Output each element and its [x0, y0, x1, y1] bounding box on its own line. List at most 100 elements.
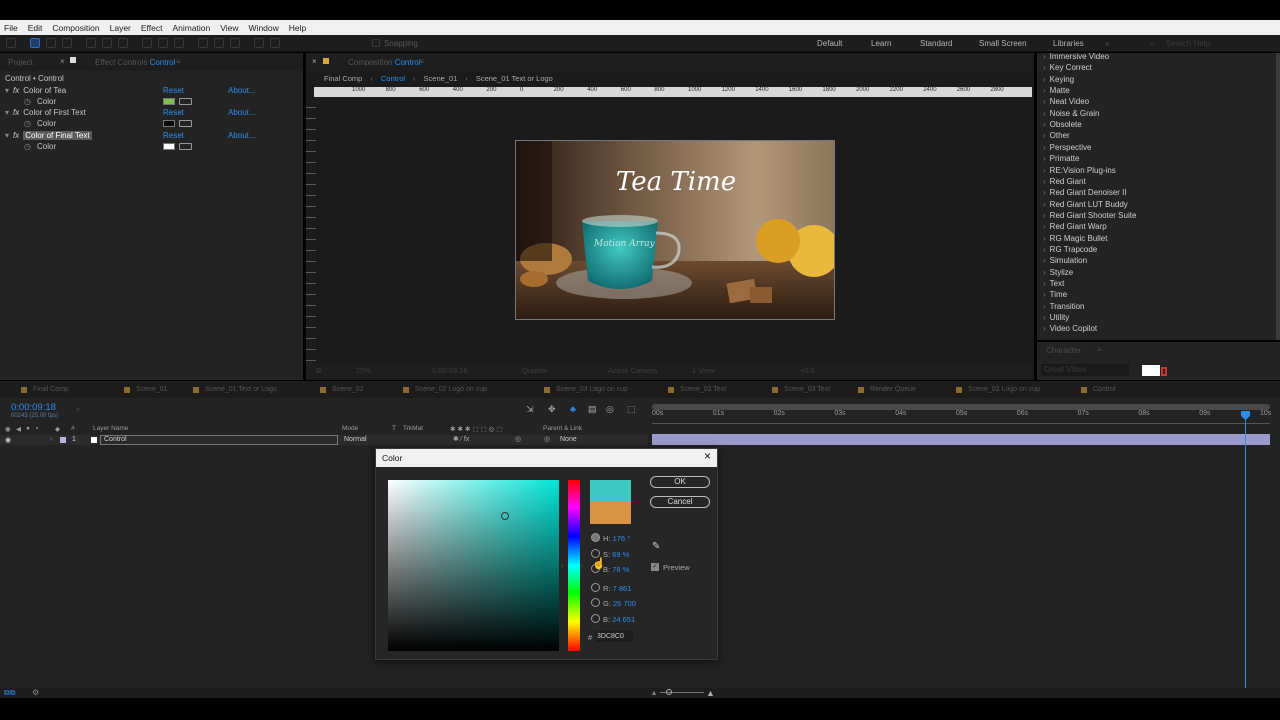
effect-category-item[interactable]: Keying — [1043, 75, 1074, 84]
panel-menu-icon[interactable]: ≡ — [176, 57, 181, 66]
stopwatch-icon[interactable]: ◷ — [24, 142, 31, 151]
color-swatch-final-text[interactable] — [163, 143, 175, 150]
layer-switches-icons[interactable]: ✱ ⁄ fx — [453, 435, 469, 443]
hue-slider-left-arrow-icon[interactable]: › — [561, 561, 564, 570]
camera-tool-icon[interactable] — [102, 38, 112, 48]
expand-arrow-icon[interactable]: ▾ — [5, 131, 9, 140]
snapping-checkbox[interactable] — [372, 39, 380, 47]
timeline-tab[interactable]: Scene_03 Logo on cup — [556, 386, 628, 393]
red-radio[interactable] — [591, 583, 600, 592]
horizontal-ruler[interactable]: 1000 800 600 400 200 0 200 400 600 800 1000 1200 140… — [314, 87, 1032, 97]
blue-field[interactable]: B: 24 651 — [603, 615, 635, 624]
layer-name[interactable]: Control — [100, 435, 338, 445]
parent-dropdown[interactable]: None — [560, 436, 577, 443]
breadcrumb-scene-01-text[interactable]: Scene_01 Text or Logo — [476, 74, 553, 83]
effect-category-item[interactable]: Other — [1043, 131, 1070, 140]
blue-radio[interactable] — [591, 614, 600, 623]
breadcrumb-scene-01[interactable]: Scene_01 — [424, 74, 458, 83]
stopwatch-icon[interactable]: ◷ — [24, 97, 31, 106]
timeline-tab[interactable]: Final Comp — [33, 386, 69, 393]
scrollbar[interactable] — [1276, 53, 1280, 340]
expand-arrow-icon[interactable]: ▾ — [5, 108, 9, 117]
fx-icon[interactable]: fx — [13, 131, 19, 140]
search-help-input[interactable]: Search Help — [1166, 39, 1210, 48]
close-icon[interactable]: × — [60, 57, 65, 66]
stopwatch-icon[interactable]: ◷ — [24, 119, 31, 128]
reset-link[interactable]: Reset — [163, 86, 184, 95]
tab-composition[interactable]: Composition Control — [348, 58, 421, 67]
timeline-tab[interactable]: Control — [1093, 386, 1116, 393]
menu-help[interactable]: Help — [289, 23, 306, 33]
roto-brush-tool-icon[interactable] — [254, 38, 264, 48]
reset-link[interactable]: Reset — [163, 131, 184, 140]
eraser-tool-icon[interactable] — [230, 38, 240, 48]
workspace-small-screen[interactable]: Small Screen — [979, 39, 1027, 48]
workspace-default[interactable]: Default — [817, 39, 842, 48]
search-icon[interactable]: ⌕ — [76, 405, 80, 415]
zoom-dropdown[interactable]: 25% — [356, 366, 371, 375]
about-link[interactable]: About... — [228, 131, 256, 140]
hand-tool-icon[interactable] — [46, 38, 56, 48]
rotate-tool-icon[interactable] — [86, 38, 96, 48]
tab-effect-controls[interactable]: Effect Controls Control — [95, 58, 175, 67]
effect-row-color-of-tea[interactable]: ▾ fx Color of Tea — [5, 85, 66, 96]
current-time[interactable]: 0:00:09:18 — [432, 366, 467, 375]
search-icon[interactable]: ⌕ — [1150, 39, 1154, 49]
layer-duration-bar[interactable] — [652, 434, 1270, 445]
effect-category-item[interactable]: Red Giant LUT Buddy — [1043, 200, 1128, 209]
effect-category-item[interactable]: Text — [1043, 279, 1065, 288]
color-field-cursor[interactable] — [501, 512, 509, 520]
exposure-value[interactable]: +0.0 — [800, 366, 815, 375]
menu-file[interactable]: File — [4, 23, 18, 33]
workspace-overflow-icon[interactable]: » — [1105, 39, 1109, 48]
eyedropper-icon[interactable]: ✎ — [652, 541, 660, 552]
saturation-field[interactable]: S: 69 % — [603, 550, 629, 559]
pickwhip-icon[interactable]: ◎ — [515, 435, 521, 443]
panel-menu-icon[interactable]: ≡ — [1097, 345, 1102, 354]
effect-category-item[interactable]: Transition — [1043, 302, 1085, 311]
expand-arrow-icon[interactable]: › — [50, 436, 52, 443]
effect-category-item[interactable]: Key Correct — [1043, 63, 1092, 72]
draft-3d-icon[interactable]: ✥ — [548, 404, 556, 415]
vertical-ruler[interactable] — [306, 97, 316, 362]
zoom-out-icon[interactable]: ▴ — [652, 688, 656, 697]
effect-category-item[interactable]: RG Magic Bullet — [1043, 234, 1108, 243]
solo-icon[interactable]: ● — [26, 425, 30, 432]
close-icon[interactable]: × — [312, 57, 317, 66]
hue-radio[interactable] — [591, 533, 600, 542]
motion-blur-icon[interactable]: ◎ — [606, 404, 614, 415]
mode-column[interactable]: Mode — [342, 425, 358, 432]
effect-category-item[interactable]: Red Giant Warp — [1043, 222, 1107, 231]
trkmat-column[interactable]: TrkMat — [403, 425, 423, 432]
rectangle-tool-icon[interactable] — [142, 38, 152, 48]
effect-category-item[interactable]: Red Giant Denoiser II — [1043, 188, 1127, 197]
expand-arrow-icon[interactable]: ▾ — [5, 86, 9, 95]
stroke-color-swatch[interactable] — [1161, 367, 1167, 376]
effect-row-color-of-final-text[interactable]: ▾ fx Color of Final Text — [5, 130, 92, 141]
frame-render-time-icon[interactable]: ⚙ — [32, 688, 39, 697]
hue-slider[interactable] — [568, 480, 580, 651]
comp-mini-flowchart-icon[interactable]: ⇲ — [526, 404, 534, 415]
layer-switches-toggle-icon[interactable]: ⧉⧉ — [4, 688, 15, 698]
fx-icon[interactable]: fx — [13, 108, 19, 117]
parent-column[interactable]: Parent & Link — [543, 425, 582, 432]
hue-slider-right-arrow-icon[interactable]: ‹ — [581, 561, 584, 570]
timeline-tab[interactable]: Scene_03 Text — [784, 386, 830, 393]
breadcrumb-final-comp[interactable]: Final Comp — [324, 74, 362, 83]
effect-category-item[interactable]: Utility — [1043, 313, 1070, 322]
eyedropper-icon[interactable] — [179, 143, 192, 150]
color-swatch-first-text[interactable] — [163, 120, 175, 127]
reset-link[interactable]: Reset — [163, 108, 184, 117]
t-column[interactable]: T — [392, 425, 396, 432]
workspace-standard[interactable]: Standard — [920, 39, 952, 48]
layer-name-column[interactable]: Layer Name — [93, 425, 128, 432]
ok-button[interactable]: OK — [650, 476, 710, 488]
effect-category-item[interactable]: Stylize — [1043, 268, 1074, 277]
effect-category-item[interactable]: Time — [1043, 290, 1067, 299]
menu-view[interactable]: View — [220, 23, 238, 33]
zoom-in-icon[interactable]: ▲ — [706, 688, 715, 698]
brush-tool-icon[interactable] — [198, 38, 208, 48]
timeline-tab[interactable]: Scene_02 — [332, 386, 364, 393]
fx-icon[interactable]: fx — [13, 86, 19, 95]
eye-icon[interactable]: ◉ — [5, 425, 11, 433]
